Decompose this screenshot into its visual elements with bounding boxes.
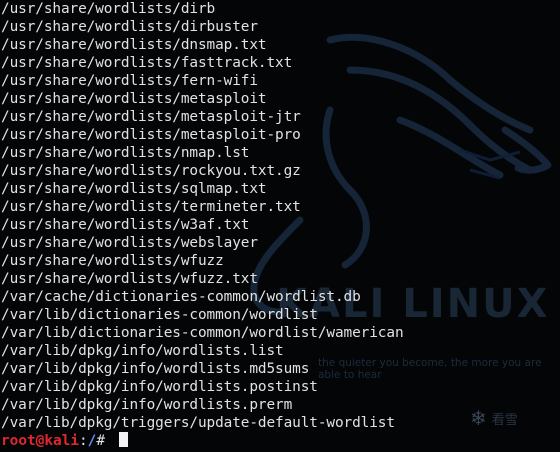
output-line: /usr/share/wordlists/webslayer	[1, 235, 258, 251]
text-cursor[interactable]	[118, 432, 128, 447]
output-line: /usr/share/wordlists/dnsmap.txt	[1, 37, 267, 53]
output-line: /usr/share/wordlists/fern-wifi	[1, 73, 258, 89]
output-line: /usr/share/wordlists/rockyou.txt.gz	[1, 163, 301, 179]
terminal-output: /usr/share/wordlists/dirb /usr/share/wor…	[1, 0, 404, 432]
snowflake-icon: ❄	[470, 406, 487, 430]
prompt-colon: :	[78, 433, 88, 449]
prompt-user: root	[1, 433, 36, 449]
output-line: /usr/share/wordlists/wfuzz.txt	[1, 271, 258, 287]
output-line: /usr/share/wordlists/metasploit-jtr	[1, 109, 301, 125]
kanxue-watermark: ❄ 看雪	[470, 406, 518, 430]
output-line: /var/cache/dictionaries-common/wordlist.…	[1, 289, 361, 305]
output-line: /usr/share/wordlists/termineter.txt	[1, 199, 301, 215]
output-line: /usr/share/wordlists/nmap.lst	[1, 145, 250, 161]
output-line: /usr/share/wordlists/metasploit-pro	[1, 127, 301, 143]
output-line: /usr/share/wordlists/w3af.txt	[1, 217, 250, 233]
output-line: /var/lib/dpkg/info/wordlists.postinst	[1, 379, 318, 395]
output-line: /var/lib/dpkg/info/wordlists.md5sums	[1, 361, 310, 377]
output-line: /usr/share/wordlists/metasploit	[1, 91, 267, 107]
prompt-host: kali	[44, 433, 79, 449]
output-line: /usr/share/wordlists/wfuzz	[1, 253, 224, 269]
output-line: /var/lib/dictionaries-common/wordlist	[1, 307, 318, 323]
output-line: /var/lib/dictionaries-common/wordlist/wa…	[1, 325, 404, 341]
output-line: /var/lib/dpkg/info/wordlists.list	[1, 343, 284, 359]
output-line: /usr/share/wordlists/dirbuster	[1, 19, 258, 35]
prompt-symbol: #	[96, 433, 114, 449]
output-line: /var/lib/dpkg/info/wordlists.prerm	[1, 397, 293, 413]
kanxue-watermark-text: 看雪	[491, 412, 518, 428]
output-line: /usr/share/wordlists/fasttrack.txt	[1, 55, 293, 71]
shell-prompt[interactable]: root@kali:/#	[1, 432, 128, 450]
output-line: /var/lib/dpkg/triggers/update-default-wo…	[1, 415, 395, 431]
terminal-window[interactable]: KALI LINUX the quieter you become, the m…	[0, 0, 560, 452]
output-line: /usr/share/wordlists/dirb	[1, 1, 216, 17]
output-line: /usr/share/wordlists/sqlmap.txt	[1, 181, 267, 197]
